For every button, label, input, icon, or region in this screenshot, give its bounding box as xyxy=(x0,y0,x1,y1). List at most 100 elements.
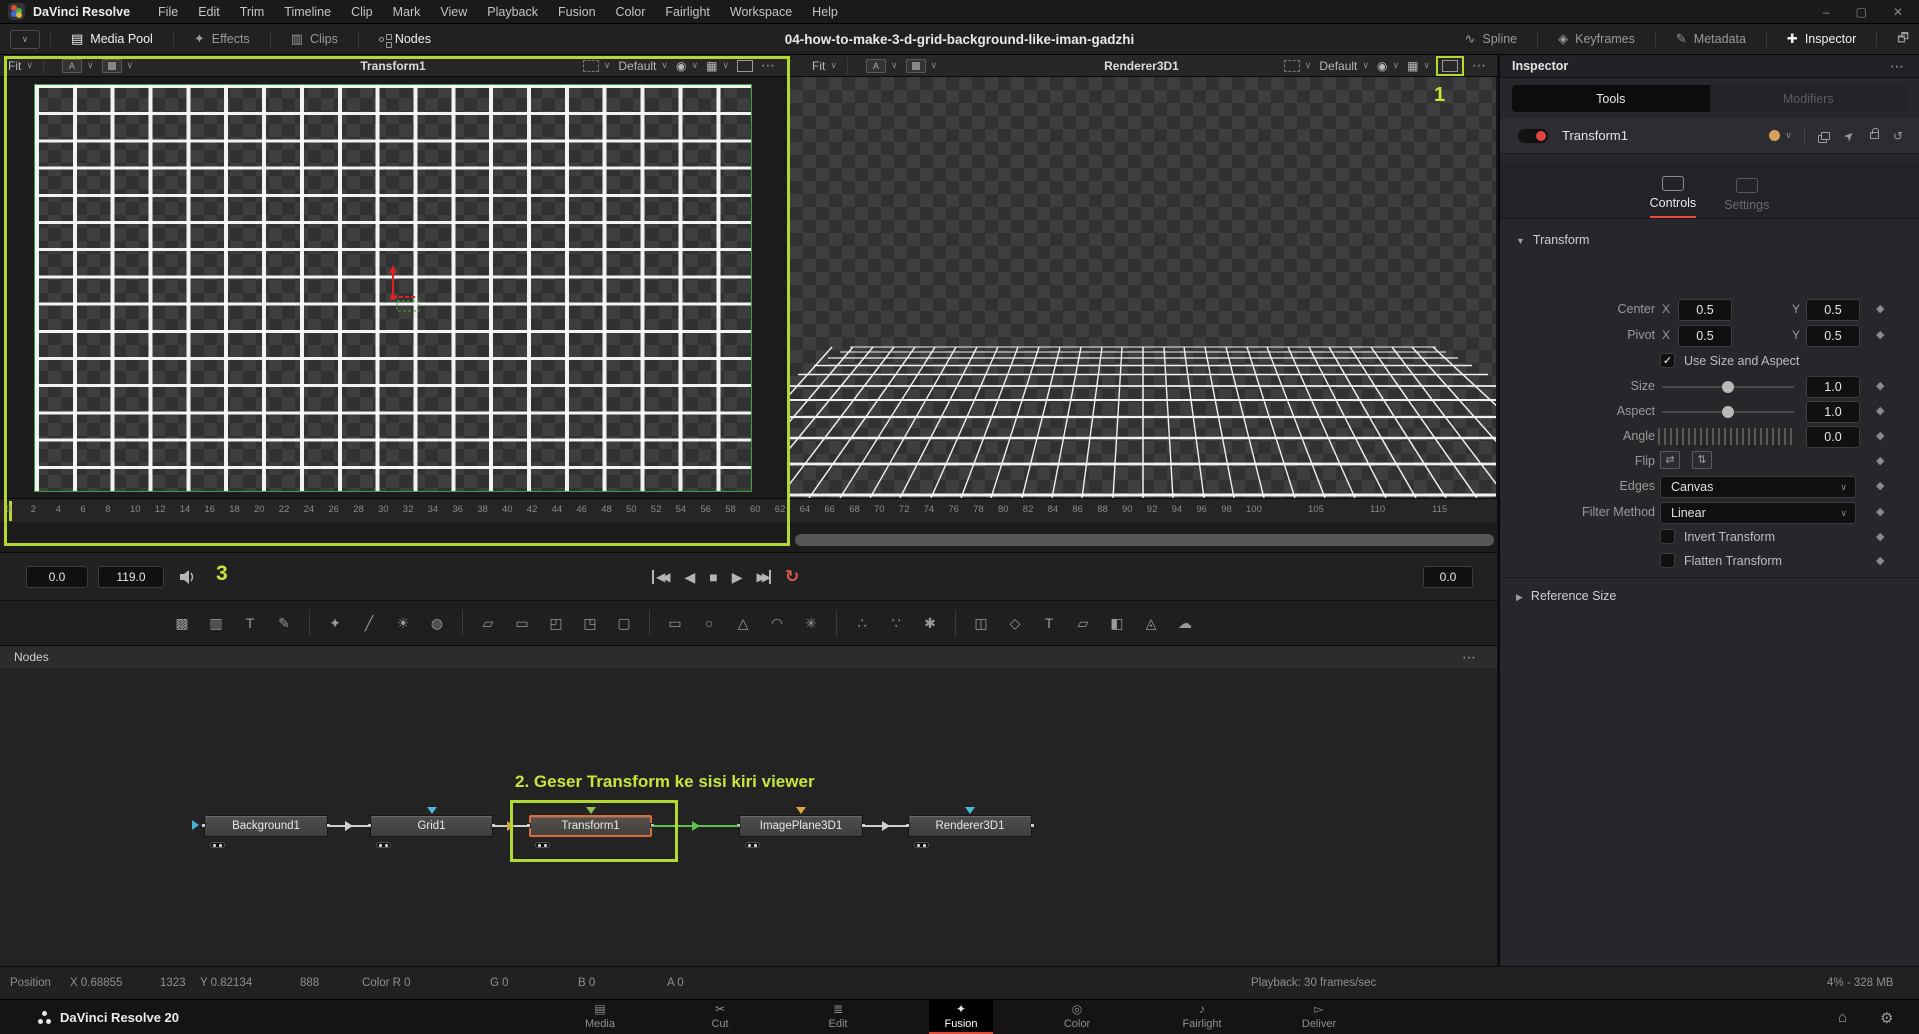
toolbar-inspector-button[interactable]: ✚Inspector xyxy=(1777,24,1866,55)
corner-positioner-tool-icon[interactable]: ▱ xyxy=(474,610,502,636)
davinci-logo-icon[interactable] xyxy=(8,3,25,20)
page-fairlight[interactable]: ♪Fairlight xyxy=(1170,1000,1234,1034)
glow-tool-icon[interactable]: ☀ xyxy=(389,610,417,636)
toolbar-effects-button[interactable]: ✦Effects xyxy=(184,24,260,55)
menu-item-help[interactable]: Help xyxy=(802,0,848,24)
left-viewer-channel-button[interactable]: A∨ xyxy=(62,59,94,73)
tab-tools[interactable]: Tools xyxy=(1512,85,1710,112)
center-y-field[interactable]: 0.5 xyxy=(1806,299,1860,321)
angle-field[interactable]: 0.0 xyxy=(1806,426,1860,448)
aspect-slider[interactable] xyxy=(1662,411,1794,413)
transform-section-header[interactable]: ▼Transform xyxy=(1516,233,1589,247)
menu-item-timeline[interactable]: Timeline xyxy=(274,0,341,24)
right-viewer-roi-button[interactable]: ∨ xyxy=(1284,60,1312,72)
page-media[interactable]: ▤Media xyxy=(568,1000,632,1034)
toolbar-metadata-button[interactable]: ✎Metadata xyxy=(1666,24,1756,55)
size-field[interactable]: 1.0 xyxy=(1806,376,1860,398)
text-plus-tool-icon[interactable]: T xyxy=(236,610,264,636)
menu-item-fairlight[interactable]: Fairlight xyxy=(655,0,719,24)
keyframe-icon[interactable]: ◆ xyxy=(1876,530,1884,543)
pemitter-tool-icon[interactable]: ∴ xyxy=(848,610,876,636)
keyframe-icon[interactable]: ◆ xyxy=(1876,554,1884,567)
use-size-aspect-checkbox[interactable]: ✓ xyxy=(1660,353,1675,368)
menu-item-playback[interactable]: Playback xyxy=(477,0,548,24)
playhead-frame-field[interactable]: 0.0 xyxy=(26,566,88,588)
inspector-options-button[interactable]: ⋯ xyxy=(1890,58,1905,75)
renderer3d-tool-icon[interactable]: ☁ xyxy=(1171,610,1199,636)
node-output-port[interactable] xyxy=(1030,823,1035,828)
directional-blur-tool-icon[interactable]: ╱ xyxy=(355,610,383,636)
home-icon[interactable]: ⌂ xyxy=(1838,1009,1847,1026)
ellipse-mask-tool-icon[interactable]: ○ xyxy=(695,610,723,636)
text3d-tool-icon[interactable]: T xyxy=(1035,610,1063,636)
sharpen-tool-icon[interactable]: ✦ xyxy=(321,610,349,636)
pin-icon[interactable]: ➤ xyxy=(1840,127,1857,144)
minimize-button[interactable]: – xyxy=(1823,5,1830,19)
pmerge-tool-icon[interactable]: ∵ xyxy=(882,610,910,636)
close-button[interactable]: ✕ xyxy=(1893,5,1903,19)
node-transform1[interactable]: Transform1 xyxy=(529,815,652,837)
subtab-controls[interactable]: Controls xyxy=(1650,176,1697,218)
page-edit[interactable]: ≣Edit xyxy=(806,1000,870,1034)
node-enable-toggle[interactable] xyxy=(1518,129,1548,143)
size-slider[interactable] xyxy=(1662,386,1794,388)
left-viewer-lut-button[interactable]: Default∨ xyxy=(618,59,668,73)
center-x-field[interactable]: 0.5 xyxy=(1678,299,1732,321)
flip-horizontal-button[interactable]: ⇄ xyxy=(1660,451,1680,469)
left-viewer-color-button[interactable]: ∨ xyxy=(102,59,134,73)
transform-tool-icon[interactable]: ▢ xyxy=(610,610,638,636)
node-grid1[interactable]: Grid1 xyxy=(370,815,493,837)
play-button[interactable]: ▶ xyxy=(732,569,743,586)
gear-icon[interactable]: ⚙ xyxy=(1880,1009,1893,1027)
menu-item-color[interactable]: Color xyxy=(606,0,656,24)
dual-screen-icon[interactable]: 🗗 xyxy=(1887,24,1919,55)
page-cut[interactable]: ✂Cut xyxy=(688,1000,752,1034)
flip-vertical-button[interactable]: ⇅ xyxy=(1692,451,1712,469)
edges-dropdown[interactable]: Canvas∨ xyxy=(1660,476,1856,498)
menu-item-fusion[interactable]: Fusion xyxy=(548,0,606,24)
duration-field[interactable]: 119.0 xyxy=(98,566,164,588)
toolbar-nodes-button[interactable]: Nodes xyxy=(369,24,441,55)
right-viewer-guides-button[interactable]: ▦∨ xyxy=(1407,59,1430,73)
left-viewer-split-wipe-button[interactable]: ◉∨ xyxy=(676,59,698,73)
chevron-down-icon[interactable]: ∨ xyxy=(1785,130,1792,141)
magic-wand-mask-tool-icon[interactable]: ✳ xyxy=(797,610,825,636)
right-viewer-options-button[interactable]: ⋯ xyxy=(1472,57,1487,74)
reset-icon[interactable]: ↺ xyxy=(1893,129,1903,143)
menu-item-edit[interactable]: Edit xyxy=(188,0,230,24)
left-viewer-guides-button[interactable]: ▦∨ xyxy=(706,59,729,73)
crop-tool-icon[interactable]: ▭ xyxy=(508,610,536,636)
subtab-settings[interactable]: Settings xyxy=(1724,178,1769,218)
node-graph-canvas[interactable]: Background1Grid1Transform1ImagePlane3D1R… xyxy=(0,668,1497,966)
reference-size-section-header[interactable]: ▶Reference Size xyxy=(1516,589,1616,603)
transform-grid-image[interactable] xyxy=(34,84,752,492)
keyframe-icon[interactable]: ◆ xyxy=(1876,404,1884,417)
right-viewer-color-button[interactable]: ∨ xyxy=(906,59,938,73)
menu-item-file[interactable]: File xyxy=(148,0,188,24)
play-reverse-button[interactable]: ◀ xyxy=(684,569,695,586)
imageplane3d-tool-icon[interactable]: ▱ xyxy=(1069,610,1097,636)
resize-tool-icon[interactable]: ◳ xyxy=(576,610,604,636)
toolbar-spline-button[interactable]: ∿Spline xyxy=(1454,24,1527,55)
menu-item-trim[interactable]: Trim xyxy=(230,0,275,24)
left-viewer-canvas[interactable] xyxy=(8,77,786,498)
node-imageplane3d1[interactable]: ImagePlane3D1 xyxy=(739,815,863,837)
left-viewer-subview-button[interactable] xyxy=(737,60,753,72)
transform-center-handle[interactable] xyxy=(365,257,425,313)
stop-button[interactable]: ■ xyxy=(709,569,717,585)
flatten-transform-checkbox[interactable] xyxy=(1660,553,1675,568)
spotlight-tool-icon[interactable]: ◬ xyxy=(1137,610,1165,636)
go-to-end-button[interactable]: ▶▶ xyxy=(757,570,771,584)
timeline-ruler[interactable]: 0246810121416182022242628303234363840424… xyxy=(0,498,1497,522)
maximize-button[interactable]: ▢ xyxy=(1856,5,1867,19)
blur-tool-icon[interactable]: ◍ xyxy=(423,610,451,636)
right-viewer-canvas[interactable] xyxy=(790,77,1496,498)
bspline-mask-tool-icon[interactable]: ◠ xyxy=(763,610,791,636)
playhead[interactable] xyxy=(9,501,12,521)
rectangle-mask-tool-icon[interactable]: ▭ xyxy=(661,610,689,636)
invert-transform-checkbox[interactable] xyxy=(1660,529,1675,544)
paint-tool-icon[interactable]: ✎ xyxy=(270,610,298,636)
right-viewer-zoom-button[interactable]: Fit∨ xyxy=(812,59,837,73)
node-renderer3d1[interactable]: Renderer3D1 xyxy=(908,815,1032,837)
keyframe-icon[interactable]: ◆ xyxy=(1876,429,1884,442)
